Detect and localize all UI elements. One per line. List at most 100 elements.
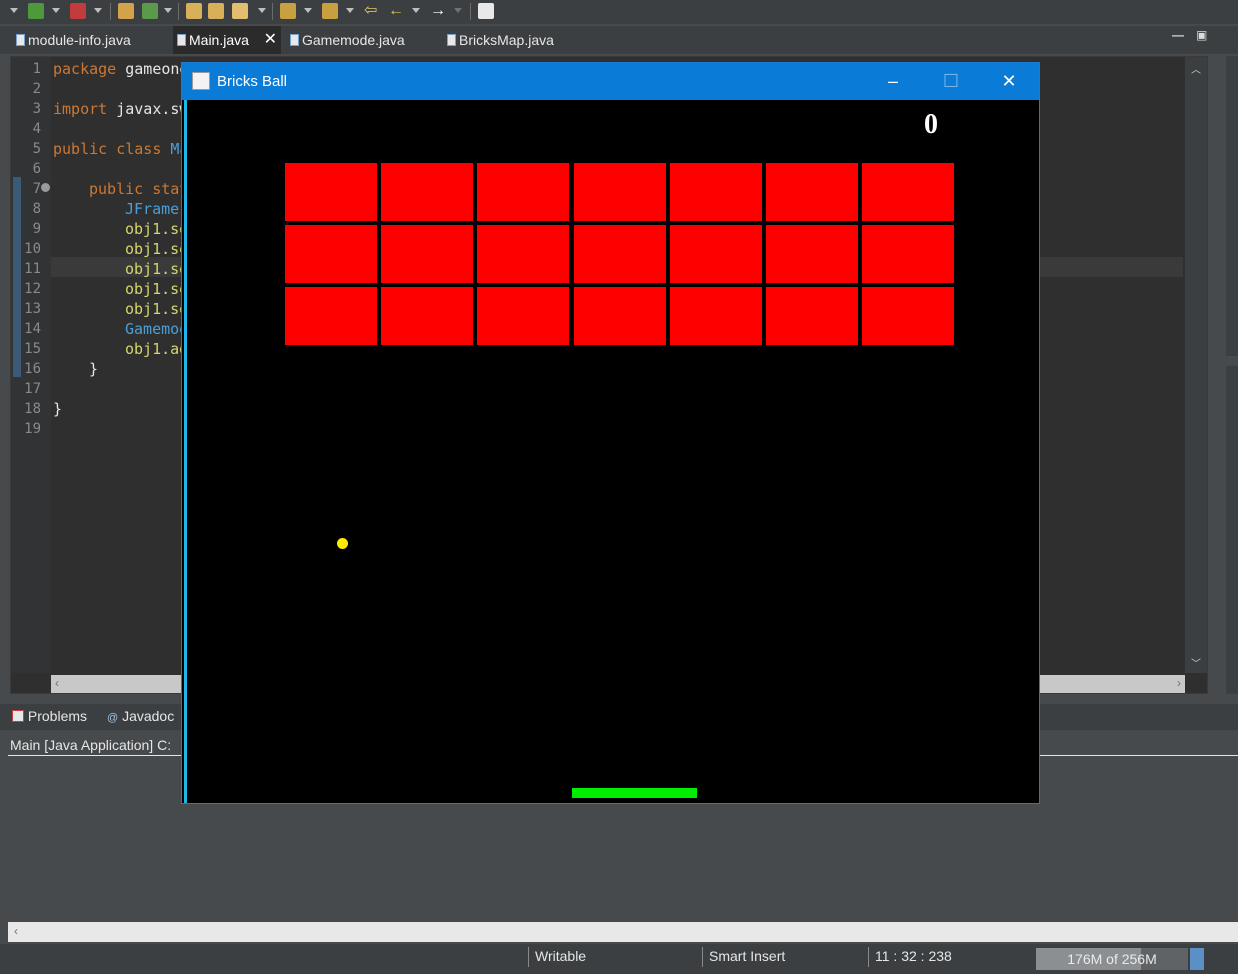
game-window: Bricks Ball – ☐ ✕ 0 <box>181 62 1040 804</box>
line-number: 18 <box>24 401 41 417</box>
debug-icon[interactable] <box>28 3 44 19</box>
line-number: 4 <box>32 121 41 137</box>
previous-annotation-icon[interactable] <box>322 3 338 19</box>
brick <box>381 287 474 345</box>
line-number: 19 <box>24 421 41 437</box>
code-line: public stat <box>89 180 189 198</box>
brick <box>669 225 762 283</box>
scroll-up-icon[interactable]: ︿ <box>1191 61 1201 76</box>
line-number: 13 <box>24 301 41 317</box>
tab-label: BricksMap.java <box>459 32 554 48</box>
code-line: obj1.se <box>125 260 189 278</box>
java-app-icon <box>192 72 210 90</box>
line-number: 11 <box>24 261 41 277</box>
dropdown-arrow-icon[interactable] <box>304 8 312 13</box>
game-titlebar[interactable]: Bricks Ball – ☐ ✕ <box>182 63 1039 100</box>
pin-editor-icon[interactable] <box>478 3 494 19</box>
brick <box>285 225 377 283</box>
line-number: 14 <box>24 321 41 337</box>
brick <box>573 163 666 221</box>
line-number: 2 <box>32 81 41 97</box>
maximize-view-icon[interactable]: ▣ <box>1196 28 1207 42</box>
run-icon[interactable] <box>70 3 86 19</box>
brick <box>862 287 955 345</box>
tab-problems[interactable]: Problems <box>12 708 87 724</box>
scroll-down-icon[interactable]: ﹀ <box>1191 655 1201 670</box>
paddle[interactable] <box>572 788 697 798</box>
garbage-collect-icon[interactable] <box>1190 948 1204 970</box>
line-number: 1 <box>32 61 41 77</box>
status-bar: Writable Smart Insert 11 : 32 : 238 176M… <box>0 944 1238 974</box>
close-tab-icon[interactable]: ✕ <box>264 26 277 54</box>
open-folder-icon[interactable] <box>208 3 224 19</box>
dropdown-arrow-icon[interactable] <box>412 8 420 13</box>
dropdown-arrow-icon[interactable] <box>10 8 18 13</box>
tab-label: Javadoc <box>122 708 175 724</box>
vertical-scrollbar[interactable]: ︿ ﹀ <box>1185 57 1207 673</box>
brick <box>573 287 666 345</box>
fold-icon[interactable] <box>41 183 50 192</box>
score-display: 0 <box>924 109 938 140</box>
line-number: 17 <box>24 381 41 397</box>
last-edit-icon[interactable]: ⇦ <box>364 3 380 19</box>
tab-bricksmap[interactable]: BricksMap.java <box>443 26 593 54</box>
line-number: 7 <box>32 181 41 197</box>
console-horizontal-scrollbar[interactable]: ‹ <box>8 922 1238 942</box>
open-type-icon[interactable] <box>186 3 202 19</box>
new-package-icon[interactable] <box>118 3 134 19</box>
tab-label: Problems <box>27 708 88 724</box>
status-insert-mode: Smart Insert <box>709 948 786 964</box>
game-canvas[interactable]: 0 <box>184 100 1039 803</box>
toolbar-separator <box>110 3 111 20</box>
right-side-panel <box>1226 366 1238 694</box>
tab-label: Main.java <box>189 32 249 48</box>
java-file-icon <box>177 34 186 46</box>
maximize-button: ☐ <box>942 71 960 91</box>
tab-module-info[interactable]: module-info.java <box>12 26 172 54</box>
brick <box>285 163 377 221</box>
tab-javadoc[interactable]: @ Javadoc <box>107 708 174 724</box>
brick <box>669 163 762 221</box>
line-number: 8 <box>32 201 41 217</box>
brick <box>766 163 858 221</box>
line-number: 5 <box>32 141 41 157</box>
new-class-icon[interactable] <box>142 3 158 19</box>
back-icon[interactable]: ← <box>388 3 404 19</box>
tab-label: module-info.java <box>28 32 131 48</box>
heap-status[interactable]: 176M of 256M <box>1036 948 1188 970</box>
dropdown-arrow-icon[interactable] <box>346 8 354 13</box>
scroll-left-icon[interactable]: ‹ <box>55 676 59 690</box>
forward-icon[interactable]: → <box>430 3 446 19</box>
dropdown-arrow-icon[interactable] <box>258 8 266 13</box>
minimize-view-icon[interactable]: — <box>1172 28 1184 42</box>
status-divider <box>528 947 529 967</box>
next-annotation-icon[interactable] <box>280 3 296 19</box>
java-file-icon <box>16 34 25 46</box>
line-number: 10 <box>24 241 41 257</box>
code-line: obj1.ad <box>125 340 189 358</box>
tab-main[interactable]: Main.java ✕ <box>173 26 281 54</box>
ball <box>337 538 348 549</box>
brick <box>573 225 666 283</box>
edit-icon[interactable] <box>232 3 248 19</box>
code-line: obj1.se <box>125 240 189 258</box>
close-button[interactable]: ✕ <box>980 63 1038 100</box>
dropdown-arrow-icon[interactable] <box>52 8 60 13</box>
code-line: package gameone <box>53 60 189 78</box>
brick <box>669 287 762 345</box>
code-line: Gamemod <box>125 320 189 338</box>
line-number: 15 <box>24 341 41 357</box>
scroll-left-icon[interactable]: ‹ <box>14 924 18 938</box>
dropdown-arrow-icon[interactable] <box>94 8 102 13</box>
minimize-button[interactable]: – <box>864 63 922 100</box>
status-divider <box>702 947 703 967</box>
code-line: obj1.se <box>125 220 189 238</box>
dropdown-arrow-icon[interactable] <box>164 8 172 13</box>
brick <box>381 163 474 221</box>
tab-gamemode[interactable]: Gamemode.java <box>286 26 436 54</box>
line-number: 12 <box>24 281 41 297</box>
status-cursor-position: 11 : 32 : 238 <box>875 948 952 964</box>
code-line: obj1.se <box>125 300 189 318</box>
scroll-right-icon[interactable]: › <box>1177 676 1181 690</box>
window-title: Bricks Ball <box>217 73 288 90</box>
